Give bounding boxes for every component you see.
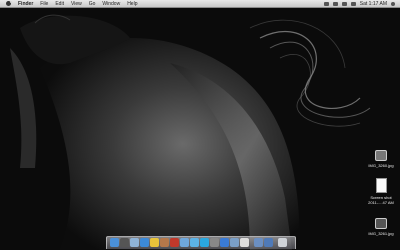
menu-window[interactable]: Window [102, 1, 120, 7]
bluetooth-icon[interactable] [323, 1, 329, 6]
dock-item-mail[interactable] [130, 238, 139, 247]
desktop-file-label: IMG_3261.jpg [368, 231, 394, 236]
menu-bar-status-area: Sat 1:17 AM [320, 1, 395, 7]
menu-clock[interactable]: Sat 1:17 AM [360, 1, 387, 7]
desktop-file-label-line2: 2011-....47 AM [368, 200, 394, 205]
dock-item-trash[interactable] [278, 238, 287, 247]
menu-help[interactable]: Help [127, 1, 137, 7]
desktop-file-img-3261[interactable]: IMG_3261.jpg [368, 218, 394, 236]
dock-item-documents-stack[interactable] [254, 238, 263, 247]
dock-item-dashboard[interactable] [120, 238, 129, 247]
dock-item-textedit[interactable] [240, 238, 249, 247]
dock-item-system-preferences[interactable] [210, 238, 219, 247]
apple-menu-icon[interactable] [6, 1, 12, 6]
dock-item-itunes[interactable] [180, 238, 189, 247]
dock [106, 236, 296, 249]
image-file-icon [375, 218, 387, 229]
dock-item-safari[interactable] [140, 238, 149, 247]
dock-item-downloads-stack[interactable] [264, 238, 273, 247]
dock-item-twitter[interactable] [190, 238, 199, 247]
menu-bar: Finder File Edit View Go Window Help Sat… [0, 0, 400, 8]
dock-item-app-store[interactable] [220, 238, 229, 247]
dock-item-address-book[interactable] [160, 238, 169, 247]
desktop-wallpaper [0, 8, 400, 250]
wifi-icon[interactable] [332, 1, 338, 6]
menu-view[interactable]: View [71, 1, 82, 7]
screenshot-file-icon [375, 178, 387, 193]
dock-item-chrome[interactable] [150, 238, 159, 247]
desktop-file-img-3260[interactable]: IMG_3260.jpg [368, 150, 394, 168]
desktop-file-label: IMG_3260.jpg [368, 163, 394, 168]
desktop-file-screen-shot[interactable]: Screen shot 2011-....47 AM [368, 178, 394, 205]
menu-file[interactable]: File [40, 1, 48, 7]
menu-go[interactable]: Go [89, 1, 96, 7]
dock-item-skype[interactable] [200, 238, 209, 247]
dock-item-preview[interactable] [230, 238, 239, 247]
volume-icon[interactable] [341, 1, 347, 6]
dock-item-finder[interactable] [110, 238, 119, 247]
menu-edit[interactable]: Edit [55, 1, 64, 7]
image-file-icon [375, 150, 387, 161]
menu-app-name[interactable]: Finder [18, 1, 33, 7]
spotlight-icon[interactable] [391, 1, 395, 6]
dock-item-photo-booth[interactable] [170, 238, 179, 247]
battery-icon[interactable] [350, 1, 356, 6]
